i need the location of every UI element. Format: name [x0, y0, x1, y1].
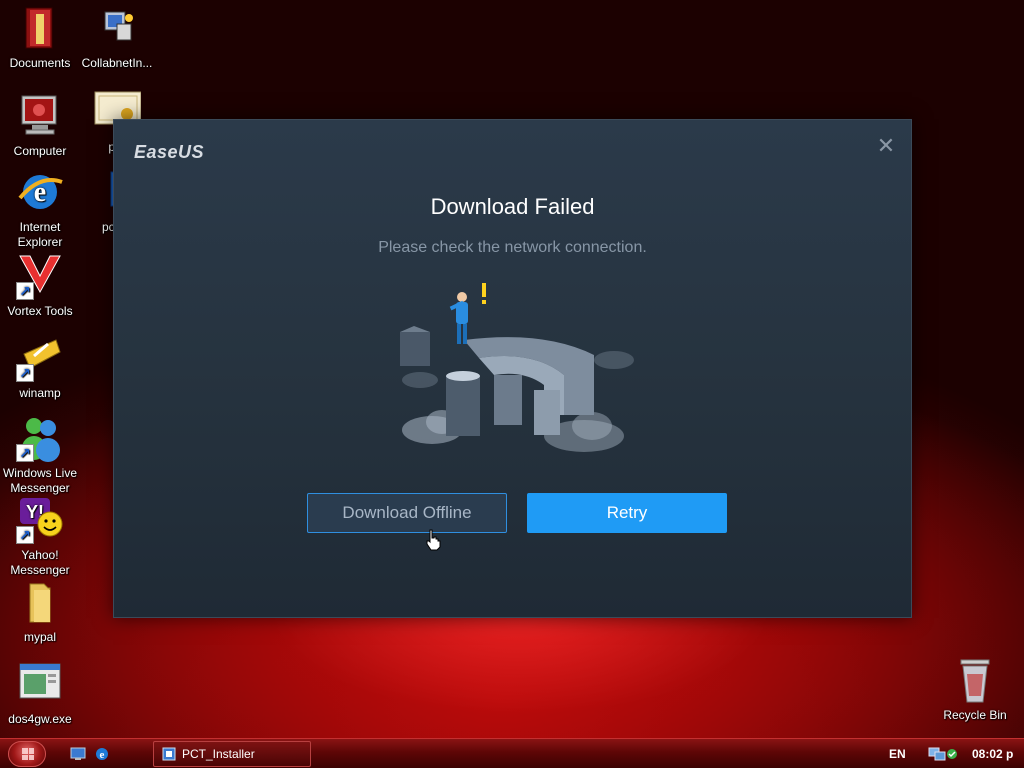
desktop-icon-label: winamp	[19, 386, 61, 400]
vortex-icon: ↗	[16, 252, 64, 300]
shortcut-arrow-icon: ↗	[16, 444, 34, 462]
application-window-icon	[16, 660, 64, 708]
taskbar-button-label: PCT_Installer	[182, 747, 255, 761]
windows-flag-icon	[22, 748, 34, 760]
download-offline-button[interactable]: Download Offline	[307, 493, 507, 533]
network-icon[interactable]	[928, 746, 946, 762]
language-indicator[interactable]: EN	[889, 747, 906, 761]
desktop-icon-documents[interactable]: Documents	[1, 4, 79, 71]
messenger-icon: ↗	[16, 414, 64, 462]
shortcut-arrow-icon: ↗	[16, 364, 34, 382]
desktop-icon-dos4gw[interactable]: dos4gw.exe	[1, 660, 79, 727]
folder-documents-icon	[16, 4, 64, 52]
computer-icon	[16, 92, 64, 140]
folder-icon	[16, 578, 64, 626]
dialog-title: Download Failed	[430, 194, 595, 219]
start-orb-icon[interactable]	[8, 741, 46, 767]
network-failure-illustration	[384, 280, 644, 460]
desktop-icon-label: Internet Explorer	[17, 220, 63, 249]
desktop-icon-label: Yahoo! Messenger	[10, 548, 70, 577]
taskbar-button-pct-installer[interactable]: PCT_Installer	[153, 741, 311, 767]
desktop-icon-label: mypal	[23, 630, 56, 644]
desktop-icon-computer[interactable]: Computer	[1, 92, 79, 159]
desktop-icon-internet-explorer[interactable]: e Internet Explorer	[1, 168, 79, 250]
desktop-icon-label: Documents	[9, 56, 71, 70]
hand-cursor-icon	[426, 529, 441, 551]
dialog-subtitle: Please check the network connection.	[378, 239, 647, 256]
desktop-icon-vortex-tools[interactable]: ↗ Vortex Tools	[1, 252, 79, 319]
desktop-icon-recycle-bin[interactable]: Recycle Bin	[936, 656, 1014, 723]
collabnet-icon	[93, 4, 141, 52]
download-failed-dialog: EaseUS ✕ Download Failed Please check th…	[113, 119, 912, 618]
desktop-icon-windows-live-messenger[interactable]: ↗ Windows Live Messenger	[1, 414, 79, 496]
winamp-icon: ↗	[16, 334, 64, 382]
yahoo-icon: Y! ↗	[16, 496, 64, 544]
shortcut-arrow-icon: ↗	[16, 526, 34, 544]
installer-icon	[162, 747, 176, 761]
close-icon[interactable]: ✕	[875, 135, 897, 158]
desktop-icon-label: Computer	[13, 144, 67, 158]
desktop-icon-collabnet[interactable]: CollabnetIn...	[78, 4, 156, 71]
system-clock[interactable]: 08:02 p	[972, 747, 1013, 761]
desktop-icon-label: dos4gw.exe	[8, 712, 72, 726]
retry-button[interactable]: Retry	[527, 493, 727, 533]
desktop-icon-yahoo-messenger[interactable]: Y! ↗ Yahoo! Messenger	[1, 496, 79, 578]
svg-text:e: e	[100, 749, 105, 761]
desktop-icon-label: CollabnetIn...	[81, 56, 153, 70]
desktop-icon-label: Windows Live Messenger	[2, 466, 78, 495]
desktop-icon-mypal[interactable]: mypal	[1, 578, 79, 645]
desktop-icon-winamp[interactable]: ↗ winamp	[1, 334, 79, 401]
desktop-icon-label: Vortex Tools	[7, 304, 73, 318]
taskbar: e PCT_Installer EN 08:02 p	[0, 738, 1024, 768]
desktop-icon-label: Recycle Bin	[943, 708, 1007, 722]
shortcut-arrow-icon: ↗	[16, 282, 34, 300]
recycle-bin-icon	[951, 656, 999, 704]
show-desktop-icon[interactable]	[70, 746, 86, 762]
security-shield-icon[interactable]	[946, 748, 958, 760]
internet-explorer-quicklaunch-icon[interactable]: e	[94, 746, 110, 762]
internet-explorer-icon: e	[16, 168, 64, 216]
easeus-logo: EaseUS	[134, 142, 205, 162]
